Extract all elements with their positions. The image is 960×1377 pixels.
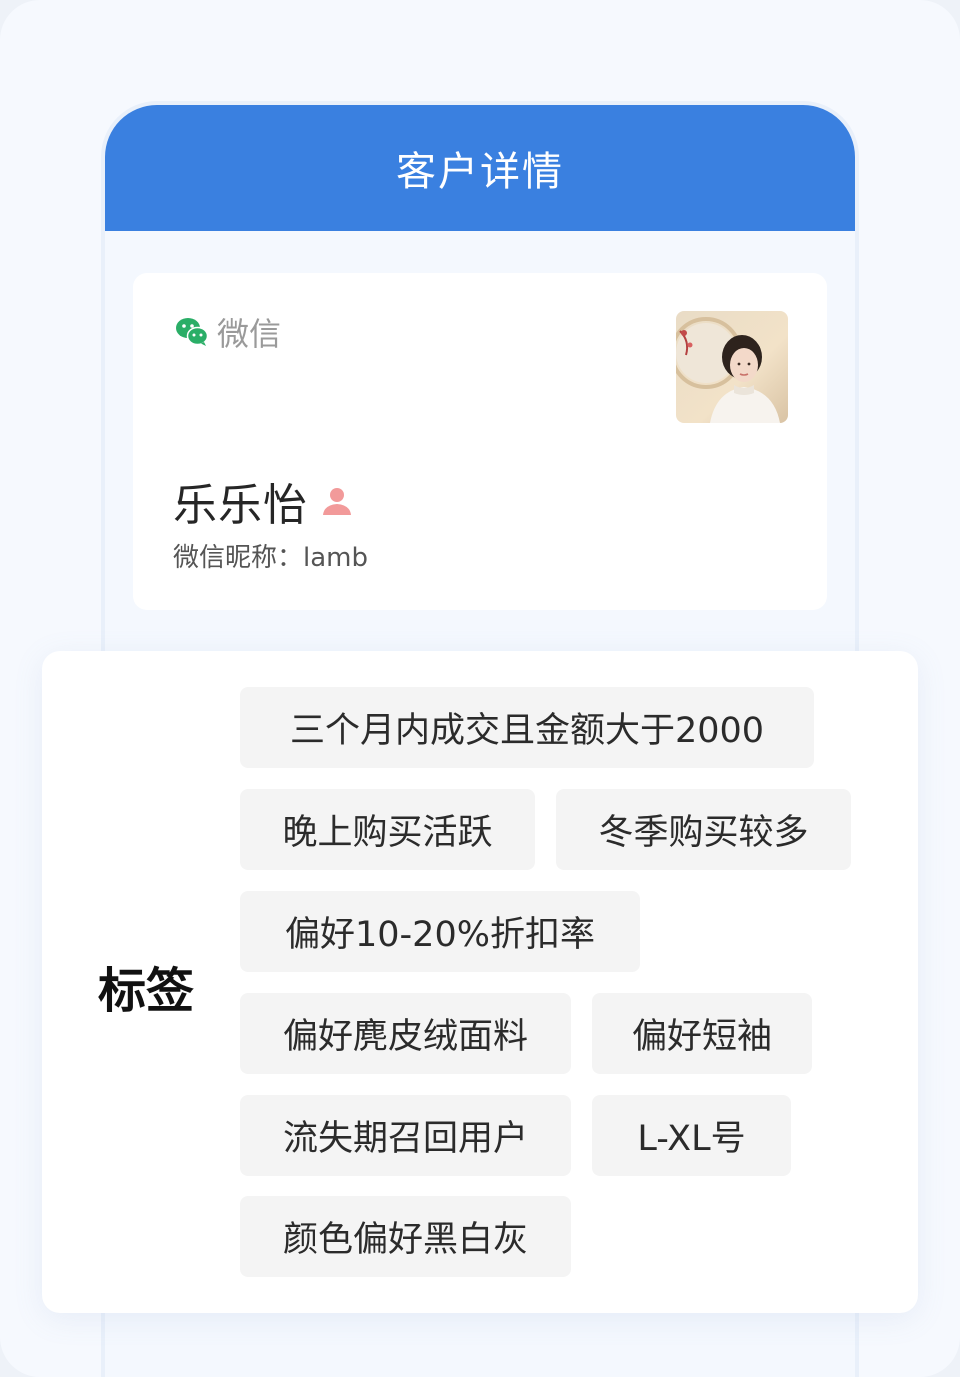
tags-card: 标签 三个月内成交且金额大于2000 晚上购买活跃 冬季购买较多 偏好10-20… xyxy=(42,651,918,1313)
page-title: 客户详情 xyxy=(396,149,564,195)
page-background: 客户详情 微信 乐乐怡 微信昵称：lamb 标签 三个月内成交且金额大于2000… xyxy=(0,0,960,1377)
avatar[interactable] xyxy=(676,311,788,423)
tags-label: 标签 xyxy=(98,963,195,1019)
page-header: 客户详情 xyxy=(105,105,855,231)
tag-chip[interactable]: 流失期召回用户 xyxy=(240,1095,571,1176)
tag-chip[interactable]: 偏好麂皮绒面料 xyxy=(240,993,571,1074)
tag-chip[interactable]: 冬季购买较多 xyxy=(556,789,851,870)
customer-name: 乐乐怡 xyxy=(173,480,308,531)
source-label: 微信 xyxy=(217,315,282,353)
wechat-icon xyxy=(175,315,209,349)
tag-chip[interactable]: 晚上购买活跃 xyxy=(240,789,535,870)
source-channel: 微信 xyxy=(175,309,281,355)
tag-chip[interactable]: 偏好短袖 xyxy=(592,993,812,1074)
tag-chip[interactable]: L-XL号 xyxy=(592,1095,791,1176)
tag-chip[interactable]: 颜色偏好黑白灰 xyxy=(240,1196,571,1277)
profile-card: 微信 乐乐怡 微信昵称：lamb xyxy=(133,273,827,610)
tag-chip[interactable]: 三个月内成交且金额大于2000 xyxy=(240,687,814,768)
name-row: 乐乐怡 xyxy=(173,469,354,533)
wechat-nickname: 微信昵称：lamb xyxy=(173,543,368,573)
female-user-icon xyxy=(320,484,354,518)
tag-chip[interactable]: 偏好10-20%折扣率 xyxy=(240,891,640,972)
